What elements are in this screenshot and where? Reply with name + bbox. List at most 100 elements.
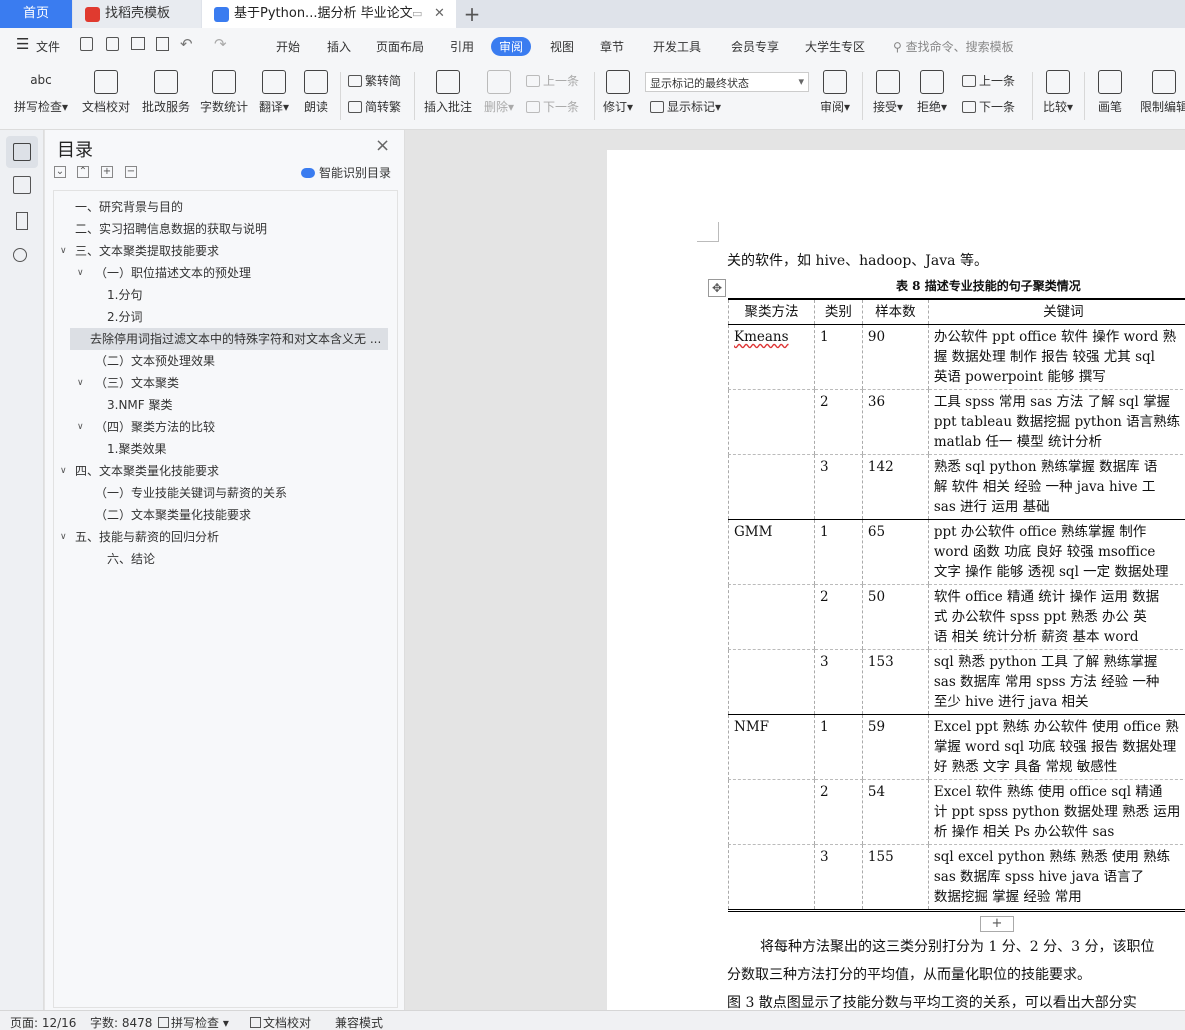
- menu-reference[interactable]: 引用: [450, 38, 474, 55]
- redo-icon[interactable]: ↷: [214, 35, 227, 53]
- outline-item[interactable]: （三）文本聚类: [95, 372, 179, 394]
- export-icon[interactable]: [106, 37, 119, 51]
- menu-home[interactable]: 开始: [276, 38, 300, 55]
- table-cell-method: NMF: [728, 714, 815, 780]
- chevron-down-icon[interactable]: ∨: [60, 246, 67, 256]
- remove-level-icon[interactable]: −: [125, 166, 137, 178]
- outline-item[interactable]: 六、结论: [107, 548, 155, 570]
- menu-view[interactable]: 视图: [550, 38, 574, 55]
- restrict-edit-button[interactable]: 限制编辑: [1140, 70, 1185, 115]
- tab-template[interactable]: 找稻壳模板: [73, 0, 201, 28]
- close-tab-icon[interactable]: ✕: [434, 0, 445, 28]
- print-icon[interactable]: [131, 37, 145, 50]
- approval-button[interactable]: 批改服务: [140, 70, 192, 115]
- word-count[interactable]: 字数: 8478: [90, 1014, 152, 1030]
- search-command[interactable]: ⚲ 查找命令、搜索模板: [893, 38, 1014, 55]
- translate-icon: [262, 70, 286, 94]
- outline-item[interactable]: 1.聚类效果: [107, 438, 166, 460]
- outline-item[interactable]: （四）聚类方法的比较: [95, 416, 215, 438]
- chevron-down-icon[interactable]: ∨: [77, 268, 84, 278]
- review-pane-label: 审阅: [819, 100, 844, 114]
- menu-layout[interactable]: 页面布局: [376, 38, 424, 55]
- outline-item-selected[interactable]: 去除停用词指过滤文本中的特殊字符和对文本含义无 ...: [70, 328, 388, 350]
- outline-item[interactable]: 五、技能与薪资的回归分析: [75, 526, 219, 548]
- status-proofread[interactable]: 文档校对: [250, 1014, 311, 1030]
- outline-item[interactable]: 2.分词: [107, 306, 142, 328]
- chevron-down-icon[interactable]: ∨: [60, 466, 67, 476]
- search-command-label: 查找命令、搜索模板: [905, 40, 1014, 54]
- track-changes-button[interactable]: 修订▾: [600, 70, 636, 115]
- smart-toc-button[interactable]: 智能识别目录: [301, 164, 391, 181]
- next-comment-button[interactable]: 下一条: [526, 98, 579, 115]
- expand-up-icon[interactable]: ⌃: [77, 166, 89, 178]
- close-icon[interactable]: ×: [375, 135, 390, 156]
- simp-to-trad-button[interactable]: 简转繁: [348, 98, 401, 115]
- next-change-button[interactable]: 下一条: [962, 98, 1015, 115]
- search-icon[interactable]: [13, 248, 27, 262]
- outline-item[interactable]: （二）文本聚类量化技能要求: [95, 504, 251, 526]
- prev-comment-button[interactable]: 上一条: [526, 72, 579, 89]
- menu-review[interactable]: 审阅: [491, 37, 532, 56]
- table-cell-count: 90: [861, 324, 929, 390]
- outline-item[interactable]: （一）专业技能关键词与薪资的关系: [95, 482, 287, 504]
- pen-button[interactable]: 画笔: [1092, 70, 1128, 115]
- collapse-all-icon[interactable]: ⌄: [54, 166, 66, 178]
- window-icon[interactable]: ▭: [412, 0, 422, 28]
- add-row-icon[interactable]: +: [980, 916, 1014, 932]
- spell-check-label: 拼写检查: [13, 100, 62, 114]
- compare-icon: [1046, 70, 1070, 94]
- spell-check-button[interactable]: abc 拼写检查▾: [10, 70, 72, 115]
- tab-home[interactable]: 首页: [0, 0, 72, 28]
- markup-mode-select[interactable]: 显示标记的最终状态 ▾: [645, 72, 809, 92]
- table-move-handle-icon[interactable]: ✥: [708, 279, 726, 297]
- outline-icon[interactable]: [13, 143, 31, 161]
- trad-to-simp-button[interactable]: 繁转简: [348, 72, 401, 89]
- add-level-icon[interactable]: +: [101, 166, 113, 178]
- compare-button[interactable]: 比较▾: [1040, 70, 1076, 115]
- chevron-down-icon[interactable]: ∨: [77, 422, 84, 432]
- outline-item[interactable]: 四、文本聚类量化技能要求: [75, 460, 219, 482]
- print-preview-icon[interactable]: [156, 37, 169, 51]
- accept-button[interactable]: 接受▾: [870, 70, 906, 115]
- delete-comment-button[interactable]: 删除▾: [480, 70, 518, 115]
- show-markup-button[interactable]: 显示标记▾: [650, 98, 721, 115]
- left-icon-rail: [0, 130, 44, 1010]
- reject-button[interactable]: 拒绝▾: [914, 70, 950, 115]
- menu-student[interactable]: 大学生专区: [805, 38, 865, 55]
- status-spell-check[interactable]: 拼写检查 ▾: [158, 1014, 229, 1030]
- outline-item[interactable]: （二）文本预处理效果: [95, 350, 215, 372]
- hamburger-icon[interactable]: ☰: [16, 35, 29, 53]
- page-indicator[interactable]: 页面: 12/16: [10, 1014, 76, 1030]
- menu-member[interactable]: 会员专享: [731, 38, 779, 55]
- chevron-down-icon[interactable]: ∨: [60, 532, 67, 542]
- chevron-down-icon[interactable]: ∨: [77, 378, 84, 388]
- outline-item[interactable]: 三、文本聚类提取技能要求: [75, 240, 219, 262]
- margin-marker: [697, 222, 719, 242]
- bookmark-icon[interactable]: [16, 212, 28, 230]
- prev-change-button[interactable]: 上一条: [962, 72, 1015, 89]
- navigation-icon[interactable]: [13, 176, 31, 194]
- outline-item[interactable]: 二、实习招聘信息数据的获取与说明: [75, 218, 267, 240]
- outline-item[interactable]: 一、研究背景与目的: [75, 196, 183, 218]
- new-tab-button[interactable]: +: [462, 0, 482, 28]
- insert-comment-button[interactable]: 插入批注: [420, 70, 476, 115]
- convert-icon: [348, 75, 362, 87]
- save-icon[interactable]: [80, 37, 93, 51]
- translate-button[interactable]: 翻译▾: [256, 70, 292, 115]
- menu-chapter[interactable]: 章节: [600, 38, 624, 55]
- menu-insert[interactable]: 插入: [327, 38, 351, 55]
- status-proof-label: 文档校对: [263, 1016, 312, 1030]
- read-aloud-button[interactable]: 朗读: [300, 70, 332, 115]
- outline-item[interactable]: 3.NMF 聚类: [107, 394, 173, 416]
- tab-document[interactable]: 基于Python...据分析 毕业论文 ▭ ✕: [202, 0, 456, 28]
- proofread-button[interactable]: 文档校对: [80, 70, 132, 115]
- smart-toc-label: 智能识别目录: [319, 166, 392, 180]
- wordcount-button[interactable]: 字数统计: [198, 70, 250, 115]
- menu-developer[interactable]: 开发工具: [653, 38, 701, 55]
- undo-icon[interactable]: ↶: [180, 35, 193, 53]
- menu-file[interactable]: 文件: [36, 38, 60, 55]
- outline-item[interactable]: （一）职位描述文本的预处理: [95, 262, 251, 284]
- review-pane-button[interactable]: 审阅▾: [816, 70, 854, 115]
- cluster-table[interactable]: 聚类方法 类别 样本数 关键词 Kmeans 1 90 办公软件 ppt off…: [728, 298, 1185, 912]
- outline-item[interactable]: 1.分句: [107, 284, 142, 306]
